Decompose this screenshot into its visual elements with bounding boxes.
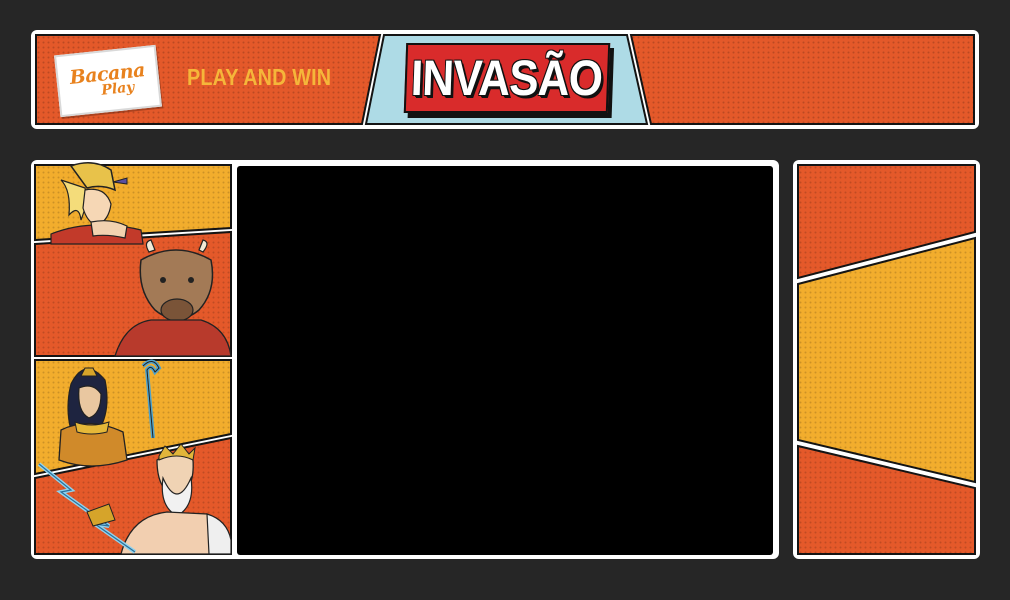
game-title-badge: INVASÃO <box>403 43 611 113</box>
header-bar: Bacana Play PLAY AND WIN INVASÃO <box>31 30 979 129</box>
main-frame <box>31 160 779 559</box>
bacana-play-logo[interactable]: Bacana Play <box>54 44 162 118</box>
game-title: INVASÃO <box>410 50 604 106</box>
side-frame <box>793 160 980 559</box>
logo-text-bottom: Play <box>100 79 136 99</box>
tagline: PLAY AND WIN <box>187 64 332 90</box>
character-column <box>34 162 232 555</box>
game-viewport[interactable] <box>237 166 773 555</box>
side-panels <box>797 164 976 555</box>
